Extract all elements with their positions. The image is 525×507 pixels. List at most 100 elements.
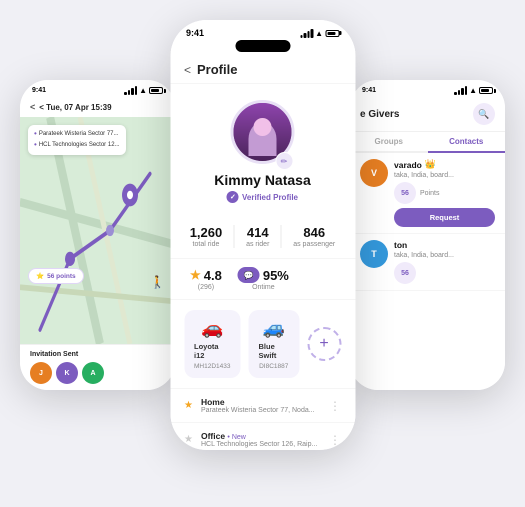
giver-points-row-2: 56 xyxy=(394,262,495,284)
left-map-area: Parateek Wisteria Sector 77... HCL Techn… xyxy=(20,117,175,344)
home-addr: Parateek Wisteria Sector 77, Noda... xyxy=(201,407,321,414)
points-circle-1: 56 xyxy=(394,182,416,204)
crown-icon-1: 👑 xyxy=(425,159,436,170)
giver-info-2: ton taka, India, board... 56 xyxy=(394,240,495,284)
invitation-title: Invitation Sent xyxy=(30,351,165,358)
office-info: Office • New HCL Technologies Sector 126… xyxy=(201,431,321,448)
points-label-1: Points xyxy=(420,190,439,197)
tab-contacts[interactable]: Contacts xyxy=(428,132,506,153)
stats-row: 1,260 total ride 414 as rider 846 as pas… xyxy=(170,215,355,259)
home-name: Home xyxy=(201,397,321,407)
dynamic-island-pill xyxy=(235,40,290,52)
avatar-k: K xyxy=(56,362,78,384)
center-status-icons: ▲ xyxy=(300,29,339,38)
right-status-icons: ▲ xyxy=(454,86,493,95)
tab-groups[interactable]: Groups xyxy=(350,132,428,151)
giver-name-2: ton xyxy=(394,240,407,250)
center-time: 9:41 xyxy=(186,28,204,38)
left-phone: 9:41 ▲ < < Tue, 07 Apr 15:39 xyxy=(20,80,175,390)
request-button-1[interactable]: Request xyxy=(394,208,495,227)
cars-row: 🚗 Loyota i12 MH12D1433 🚙 Blue Swift DI8C… xyxy=(184,310,341,378)
edit-icon[interactable]: ✏ xyxy=(275,152,293,170)
stat-as-passenger-value: 846 xyxy=(293,225,335,240)
givers-list: V varado 👑 taka, India, board... 56 Poin… xyxy=(350,153,505,390)
left-time: 9:41 xyxy=(32,87,46,94)
home-star-icon: ★ xyxy=(184,400,193,411)
ontime-item: 💬 95% Ontime xyxy=(238,267,289,291)
right-app-header: e Givers 🔍 xyxy=(350,97,505,132)
verified-text: Verified Profile xyxy=(242,193,298,202)
left-status-bar: 9:41 ▲ xyxy=(20,80,175,97)
stat-as-passenger-label: as passenger xyxy=(293,241,335,248)
profile-avatar-section: ✏ Kimmy Natasa Verified Profile xyxy=(170,84,355,215)
back-button[interactable]: < xyxy=(184,63,191,77)
stat-total-ride-value: 1,260 xyxy=(190,225,223,240)
search-button[interactable]: 🔍 xyxy=(473,103,495,125)
giver-info-1: varado 👑 taka, India, board... 56 Points… xyxy=(394,159,495,227)
left-map-header: < < Tue, 07 Apr 15:39 xyxy=(20,97,175,117)
points-circle-2: 56 xyxy=(394,262,416,284)
walk-icon: 🚶 xyxy=(150,275,165,289)
wifi-icon: ▲ xyxy=(315,29,323,38)
stat-as-passenger: 846 as passenger xyxy=(293,225,335,248)
giver-avatar-2: T xyxy=(360,240,388,268)
avatar-a: A xyxy=(82,362,104,384)
rating-count: (296) xyxy=(198,284,214,291)
car-name-2: Blue Swift xyxy=(259,342,290,360)
stat-as-rider-label: as rider xyxy=(246,241,269,248)
ontime-label: Ontime xyxy=(252,284,275,291)
profile-header: < Profile xyxy=(170,56,355,84)
location-pins: Parateek Wisteria Sector 77... HCL Techn… xyxy=(28,125,126,155)
user-name: Kimmy Natasa xyxy=(214,172,311,188)
giver-name-1: varado xyxy=(394,160,422,170)
rating-value: ★ 4.8 xyxy=(190,268,222,283)
tabs-row: Groups Contacts xyxy=(350,132,505,153)
dynamic-island xyxy=(170,40,355,52)
add-car-button[interactable]: + xyxy=(307,327,341,361)
profile-title: Profile xyxy=(197,62,237,77)
right-app-title: e Givers xyxy=(360,109,399,120)
car-card-2[interactable]: 🚙 Blue Swift DI8C1887 xyxy=(249,310,300,378)
rating-number: 4.8 xyxy=(204,268,222,283)
right-time: 9:41 xyxy=(362,87,376,94)
giver-points-row-1: 56 Points xyxy=(394,182,495,204)
location-home: ★ Home Parateek Wisteria Sector 77, Noda… xyxy=(170,389,355,423)
giver-avatar-1: V xyxy=(360,159,388,187)
verified-badge: Verified Profile xyxy=(227,191,298,203)
star-icon: ★ xyxy=(190,268,201,282)
giver-name-row-1: varado 👑 xyxy=(394,159,495,170)
car-icon-1: 🚗 xyxy=(201,318,223,339)
home-info: Home Parateek Wisteria Sector 77, Noda..… xyxy=(201,397,321,414)
car-plate-2: DI8C1887 xyxy=(259,363,288,370)
office-dots-menu[interactable]: ⋮ xyxy=(329,433,341,447)
location-office: ★ Office • New HCL Technologies Sector 1… xyxy=(170,423,355,450)
stat-as-rider: 414 as rider xyxy=(246,225,269,248)
points-badge[interactable]: ⭐ 56 points xyxy=(28,268,84,284)
ontime-pct: 95% xyxy=(263,268,289,283)
center-status-bar: 9:41 ▲ xyxy=(170,20,355,40)
rating-row: ★ 4.8 (296) 💬 95% Ontime xyxy=(170,259,355,300)
stat-total-ride-label: total ride xyxy=(190,241,223,248)
avatar-list: J K A xyxy=(30,362,165,384)
right-status-bar: 9:41 ▲ xyxy=(350,80,505,97)
locations-section: ★ Home Parateek Wisteria Sector 77, Noda… xyxy=(170,389,355,450)
cars-section: 🚗 Loyota i12 MH12D1433 🚙 Blue Swift DI8C… xyxy=(170,300,355,389)
car-name-1: Loyota i12 xyxy=(194,342,231,360)
giver-item-2: T ton taka, India, board... 56 xyxy=(350,234,505,291)
office-new-badge: • New xyxy=(227,434,245,441)
car-plate-1: MH12D1433 xyxy=(194,363,231,370)
home-dots-menu[interactable]: ⋮ xyxy=(329,399,341,413)
ontime-value: 💬 95% xyxy=(238,267,289,283)
right-phone: 9:41 ▲ e Givers 🔍 Groups Contacts V vara… xyxy=(350,80,505,390)
stat-as-rider-value: 414 xyxy=(246,225,269,240)
office-star-icon: ★ xyxy=(184,434,193,445)
office-addr: HCL Technologies Sector 126, Raip... xyxy=(201,441,321,448)
center-phone: 9:41 ▲ < Profile ✏ Kimmy Natasa Verified xyxy=(170,20,355,450)
rating-item: ★ 4.8 (296) xyxy=(190,268,222,291)
giver-loc-1: taka, India, board... xyxy=(394,172,495,179)
giver-loc-2: taka, India, board... xyxy=(394,252,495,259)
car-icon-2: 🚙 xyxy=(263,318,285,339)
avatar-j: J xyxy=(30,362,52,384)
car-card-1[interactable]: 🚗 Loyota i12 MH12D1433 xyxy=(184,310,241,378)
stat-total-ride: 1,260 total ride xyxy=(190,225,223,248)
